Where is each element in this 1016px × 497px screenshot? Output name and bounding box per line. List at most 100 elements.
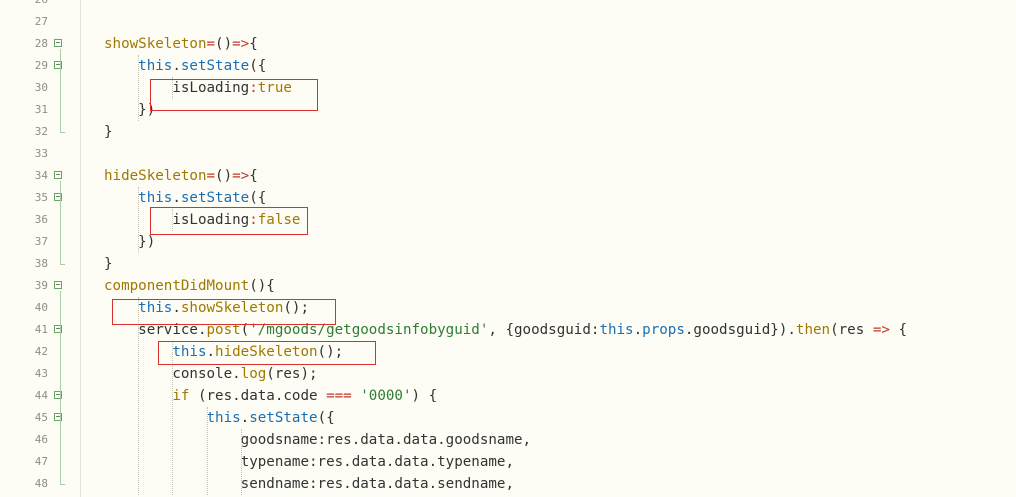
code-token: { (249, 168, 258, 184)
fold-region-line (60, 181, 61, 264)
code-text: sendname:res.data.data.sendname, (241, 473, 514, 495)
code-token: = (206, 168, 216, 184)
code-text: console.log(res); (172, 363, 317, 385)
line-number: 29 (34, 59, 48, 72)
code-line[interactable]: 39 componentDidMount(){ (0, 275, 1016, 297)
code-token: typename:res.data.data.typename, (240, 454, 515, 470)
highlight-box (112, 299, 337, 325)
code-token: () (215, 168, 233, 184)
fold-region-line (60, 291, 61, 484)
line-number: 26 (0, 0, 48, 11)
code-text: } (104, 253, 113, 275)
code-text: } (104, 121, 113, 143)
code-token: , {goodsguid: (488, 322, 600, 338)
indent-guide (138, 187, 140, 253)
fold-toggle-icon[interactable] (54, 171, 62, 179)
indent-guide (206, 407, 208, 495)
highlight-box (150, 79, 318, 111)
code-line[interactable]: 44 if (res.data.code === '0000') { (0, 385, 1016, 407)
fold-region-end (60, 264, 65, 265)
code-text: componentDidMount(){ (104, 275, 275, 297)
code-token: console. (172, 366, 241, 382)
code-line[interactable]: 38} (0, 253, 1016, 275)
line-number: 35 (34, 191, 48, 204)
code-token: . (172, 58, 181, 74)
code-token: => (872, 322, 890, 338)
code-line[interactable]: 45 this.setState({ (0, 407, 1016, 429)
code-line[interactable]: 47 typename:res.data.data.typename, (0, 451, 1016, 473)
code-token: if (172, 388, 190, 404)
code-token: props (642, 322, 685, 338)
code-token: setState (249, 410, 318, 426)
code-token: ({ (317, 410, 335, 426)
code-line[interactable]: 43 console.log(res); (0, 363, 1016, 385)
line-number: 27 (34, 15, 48, 28)
code-line[interactable]: 42 this.hideSkeleton(); (0, 341, 1016, 363)
code-line[interactable]: 34 hideSkeleton=()=>{ (0, 165, 1016, 187)
line-number: 41 (34, 323, 48, 336)
code-token: hideSkeleton (104, 168, 207, 184)
line-number: 46 (34, 433, 48, 446)
line-number: 31 (34, 103, 48, 116)
code-token: (res (830, 322, 873, 338)
code-token: === (326, 388, 352, 404)
code-token: () (215, 36, 233, 52)
code-token: this (599, 322, 634, 338)
fold-region-end (60, 484, 65, 485)
fold-toggle-icon[interactable] (54, 39, 62, 47)
line-number: 48 (34, 477, 48, 490)
code-token: . (172, 190, 181, 206)
code-token: (res.data.code (189, 388, 327, 404)
code-token: => (232, 168, 250, 184)
code-line[interactable]: 35 this.setState({ (0, 187, 1016, 209)
code-token: log (240, 366, 267, 382)
code-token: this (138, 58, 173, 74)
line-number: 37 (34, 235, 48, 248)
code-token: '0000' (360, 388, 412, 404)
code-text: showSkeleton=()=>{ (104, 33, 258, 55)
line-number: 36 (34, 213, 48, 226)
indent-guide (138, 297, 140, 495)
code-token: then (795, 322, 831, 338)
indent-guide (240, 429, 242, 495)
line-number: 38 (34, 257, 48, 270)
code-token: { (889, 322, 907, 338)
highlight-box (150, 207, 309, 235)
code-token: goodsname:res.data.data.goodsname, (240, 432, 532, 448)
code-text: this.setState({ (207, 407, 335, 429)
code-text: this.setState({ (138, 187, 266, 209)
code-line[interactable]: 32} (0, 121, 1016, 143)
code-token: componentDidMount (104, 278, 250, 294)
code-token: ({ (249, 58, 267, 74)
fold-toggle-icon[interactable] (54, 281, 62, 289)
code-line[interactable]: 27 (0, 11, 1016, 33)
line-number: 42 (34, 345, 48, 358)
code-line[interactable]: 46 goodsname:res.data.data.goodsname, (0, 429, 1016, 451)
fold-region-end (60, 132, 65, 133)
code-token: this (138, 190, 173, 206)
code-token: ) { (411, 388, 438, 404)
code-line[interactable]: 33 (0, 143, 1016, 165)
code-token: this (206, 410, 241, 426)
fold-region-line (60, 49, 61, 132)
line-number: 44 (34, 389, 48, 402)
code-line[interactable]: 29 this.setState({ (0, 55, 1016, 77)
code-line[interactable]: 28 showSkeleton=()=>{ (0, 33, 1016, 55)
code-text: if (res.data.code === '0000') { (172, 385, 437, 407)
code-line[interactable]: 26 (0, 0, 1016, 11)
line-number: 47 (34, 455, 48, 468)
code-token: showSkeleton (104, 36, 207, 52)
code-text: hideSkeleton=()=>{ (104, 165, 258, 187)
code-line[interactable]: 48 sendname:res.data.data.sendname, (0, 473, 1016, 495)
code-text: this.setState({ (138, 55, 266, 77)
highlight-box (158, 341, 377, 365)
code-token: = (206, 36, 216, 52)
line-number: 45 (34, 411, 48, 424)
line-number: 30 (34, 81, 48, 94)
code-token: { (249, 36, 258, 52)
line-number: 39 (34, 279, 48, 292)
code-editor[interactable]: 262728showSkeleton=()=>{29this.setState(… (0, 0, 1016, 497)
line-number: 40 (34, 301, 48, 314)
code-text: goodsname:res.data.data.goodsname, (241, 429, 531, 451)
code-token: } (104, 256, 113, 272)
